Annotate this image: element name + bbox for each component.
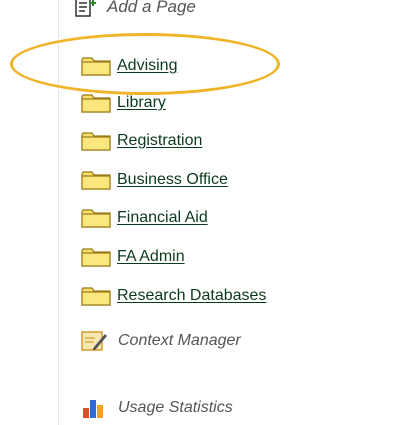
- folder-item-fa-admin[interactable]: FA Admin: [80, 245, 185, 269]
- add-page-icon: [75, 0, 96, 17]
- add-page-label: Add a Page: [107, 0, 196, 16]
- usage-statistics-label: Usage Statistics: [118, 399, 233, 416]
- bar-chart-icon: [83, 400, 103, 418]
- folder-link[interactable]: Advising: [117, 57, 177, 75]
- folder-item-business-office[interactable]: Business Office: [80, 168, 228, 192]
- folder-link[interactable]: Business Office: [117, 171, 228, 189]
- sidebar-nav: Add a Page Advising Library Registration…: [0, 0, 419, 425]
- folder-link[interactable]: Registration: [117, 132, 202, 150]
- folder-link[interactable]: FA Admin: [117, 248, 185, 266]
- add-page-link[interactable]: Add a Page: [72, 0, 196, 20]
- folder-item-research-databases[interactable]: Research Databases: [80, 284, 266, 308]
- folder-icon: [81, 287, 111, 306]
- folder-icon: [81, 132, 111, 151]
- folder-icon: [81, 248, 111, 267]
- folder-item-financial-aid[interactable]: Financial Aid: [80, 206, 208, 230]
- folder-icon: [81, 171, 111, 190]
- folder-item-registration[interactable]: Registration: [80, 129, 202, 153]
- folder-icon: [81, 94, 111, 113]
- folder-link[interactable]: Research Databases: [117, 287, 266, 305]
- context-manager-link[interactable]: Context Manager: [80, 328, 241, 354]
- folder-item-advising[interactable]: Advising: [80, 54, 177, 78]
- folder-link[interactable]: Library: [117, 94, 166, 112]
- usage-statistics-link[interactable]: Usage Statistics: [80, 395, 233, 421]
- folder-item-library[interactable]: Library: [80, 91, 166, 115]
- folder-link[interactable]: Financial Aid: [117, 209, 208, 227]
- folder-icon: [81, 209, 111, 228]
- folder-icon: [81, 57, 111, 76]
- pencil-note-icon: [81, 331, 107, 351]
- context-manager-label: Context Manager: [118, 332, 241, 349]
